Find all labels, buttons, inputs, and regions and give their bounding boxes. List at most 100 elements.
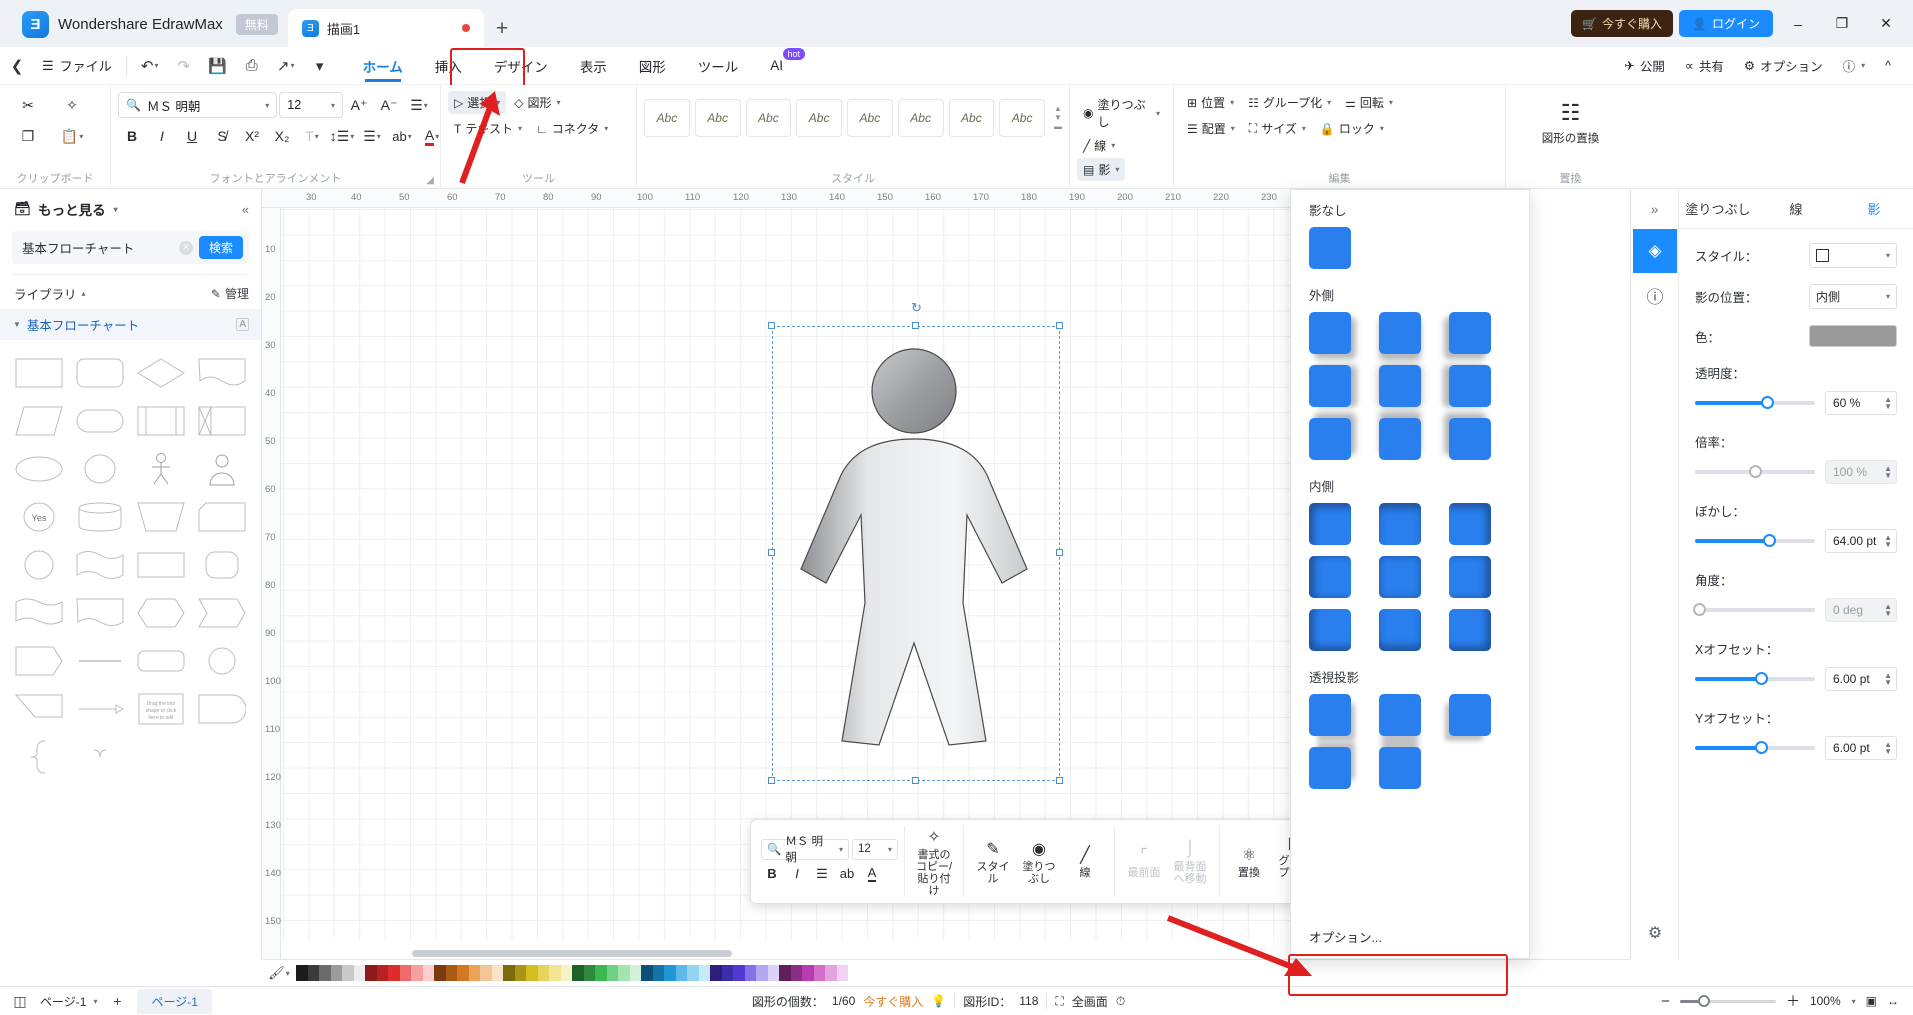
format-painter-icon[interactable]: ✧ <box>51 91 93 119</box>
style-swatch[interactable]: Abc <box>745 99 792 137</box>
publish-button[interactable]: ✈ 公開 <box>1616 52 1673 79</box>
color-swatch[interactable] <box>434 965 446 981</box>
color-swatch[interactable] <box>491 965 503 981</box>
style-swatch[interactable]: Abc <box>897 99 944 137</box>
shadow-option-outer-8[interactable] <box>1379 418 1421 460</box>
tab-line[interactable]: 線 <box>1757 199 1835 218</box>
blur-slider[interactable] <box>1695 534 1815 547</box>
export-icon[interactable]: ↗ ▾ <box>269 51 303 81</box>
color-swatch[interactable] <box>330 965 342 981</box>
tab-shadow[interactable]: 影 <box>1835 199 1913 218</box>
color-swatch[interactable] <box>802 965 814 981</box>
strikethrough-button[interactable]: S̸ <box>208 122 236 150</box>
new-tab-button[interactable]: + <box>484 17 520 47</box>
close-button[interactable]: ✕ <box>1867 11 1905 37</box>
x-offset-numberbox[interactable]: 6.00 pt ▲ ▼ <box>1825 667 1897 691</box>
position-button[interactable]: ⊞ 位置 ▾ <box>1181 91 1240 114</box>
text-tool-button[interactable]: T テキスト ▾ <box>448 117 528 140</box>
connector-tool-button[interactable]: ∟ コネクタ ▾ <box>530 117 614 140</box>
shape-person-bust[interactable] <box>194 450 251 488</box>
color-swatch[interactable] <box>365 965 377 981</box>
back-chevron-icon[interactable]: ❮ <box>0 51 34 81</box>
bullet-list-button[interactable]: ☰ ▾ <box>358 122 386 150</box>
shape-blank-2[interactable] <box>194 738 251 776</box>
resize-handle-sw[interactable] <box>768 777 775 784</box>
shape-circle[interactable] <box>71 450 128 488</box>
text-align-button[interactable]: ☰ ▾ <box>405 91 433 119</box>
document-tab-1[interactable]: Ǝ 描画1 <box>287 9 484 47</box>
library-category-basic-flowchart[interactable]: ▼ 基本フローチャート A <box>0 309 261 340</box>
floatbar-fill-button[interactable]: ◉ 塗りつぶし <box>1016 838 1062 885</box>
eyedropper-icon[interactable]: 🖌 ▾ <box>262 965 296 981</box>
bold-button[interactable]: B <box>118 122 146 150</box>
subscript-button[interactable]: X₂ <box>268 122 296 150</box>
tab-design[interactable]: デザイン <box>478 49 564 83</box>
shape-person-stick[interactable] <box>133 450 190 488</box>
shadow-options-menu-item[interactable]: オプション... <box>1291 915 1529 958</box>
library-search-box[interactable]: 基本フローチャート ✕ 検索 <box>12 231 249 264</box>
tab-shape[interactable]: 図形 <box>623 49 682 83</box>
floatbar-italic-button[interactable]: I <box>786 863 808 885</box>
shadow-option-persp-4[interactable] <box>1309 747 1351 789</box>
shadow-option-none[interactable] <box>1309 227 1351 269</box>
color-swatch[interactable] <box>595 965 607 981</box>
spinner-icon[interactable]: ▲ ▼ <box>1884 396 1892 411</box>
align-button[interactable]: ☰ 配置 ▾ <box>1181 117 1241 140</box>
color-swatch[interactable] <box>307 965 319 981</box>
shadow-option-persp-3[interactable] <box>1449 694 1491 736</box>
shadow-option-persp-2[interactable] <box>1379 694 1421 736</box>
color-swatch[interactable] <box>376 965 388 981</box>
style-swatch[interactable]: Abc <box>999 99 1045 137</box>
shadow-option-outer-4[interactable] <box>1309 365 1351 407</box>
floatbar-font-size[interactable]: 12 ▾ <box>852 838 898 860</box>
color-swatch[interactable] <box>813 965 825 981</box>
color-swatch[interactable] <box>514 965 526 981</box>
zoom-slider[interactable] <box>1679 994 1776 1007</box>
shape-brace[interactable] <box>10 738 67 776</box>
resize-handle-w[interactable] <box>768 549 775 556</box>
color-swatch[interactable] <box>353 965 365 981</box>
decrease-font-size-button[interactable]: A⁻ <box>375 91 403 119</box>
superscript-button[interactable]: X² <box>238 122 266 150</box>
color-swatch[interactable] <box>468 965 480 981</box>
group-button[interactable]: ☷ グループ化 ▾ <box>1242 91 1337 114</box>
shadow-option-inner-4[interactable] <box>1309 556 1351 598</box>
buy-now-button[interactable]: 🛒 今すぐ購入 <box>1571 10 1674 37</box>
underline-button[interactable]: U <box>178 122 206 150</box>
canvas-area[interactable]: 30 40 50 60 70 80 90 100 110 120 130 140… <box>262 189 1305 959</box>
shape-line[interactable] <box>71 642 128 680</box>
help-button[interactable]: ⓘ ▾ <box>1835 52 1874 79</box>
angle-slider[interactable] <box>1693 603 1815 616</box>
search-button[interactable]: 検索 <box>198 236 243 259</box>
color-swatch[interactable] <box>388 965 400 981</box>
help-circle-icon[interactable]: ⓘ <box>1633 273 1677 317</box>
color-swatch[interactable] <box>296 965 308 981</box>
shadow-option-inner-6[interactable] <box>1449 556 1491 598</box>
zoom-out-button[interactable]: − <box>1661 993 1670 1010</box>
page-tab-1[interactable]: ページ-1 <box>137 988 212 1014</box>
color-swatch[interactable] <box>629 965 641 981</box>
shadow-option-outer-5[interactable] <box>1379 365 1421 407</box>
file-menu-button[interactable]: ☰ ファイル <box>34 56 120 75</box>
shape-tape[interactable] <box>71 546 128 584</box>
shape-document[interactable] <box>194 354 251 392</box>
share-button[interactable]: ∝ 共有 <box>1677 52 1732 79</box>
shape-parallelogram[interactable] <box>10 402 67 440</box>
tab-tools[interactable]: ツール <box>682 49 755 83</box>
shape-wave[interactable] <box>10 594 67 632</box>
color-swatch[interactable] <box>698 965 710 981</box>
shape-rounded-square[interactable] <box>194 546 251 584</box>
shadow-option-inner-9[interactable] <box>1449 609 1491 651</box>
resize-handle-ne[interactable] <box>1056 322 1063 329</box>
add-page-icon[interactable]: + <box>97 993 137 1009</box>
resize-handle-se[interactable] <box>1056 777 1063 784</box>
shadow-option-outer-1[interactable] <box>1309 312 1351 354</box>
color-swatch[interactable] <box>445 965 457 981</box>
manage-library-button[interactable]: ✎ 管理 <box>211 285 249 302</box>
increase-font-size-button[interactable]: A⁺ <box>345 91 373 119</box>
shadow-position-select[interactable]: 内側 ▾ <box>1809 284 1897 309</box>
color-swatch[interactable] <box>606 965 618 981</box>
canvas-h-scroll-thumb[interactable] <box>412 950 732 957</box>
tab-ai[interactable]: AI hot <box>754 48 806 80</box>
undo-icon[interactable]: ↶ ▾ <box>133 51 167 81</box>
